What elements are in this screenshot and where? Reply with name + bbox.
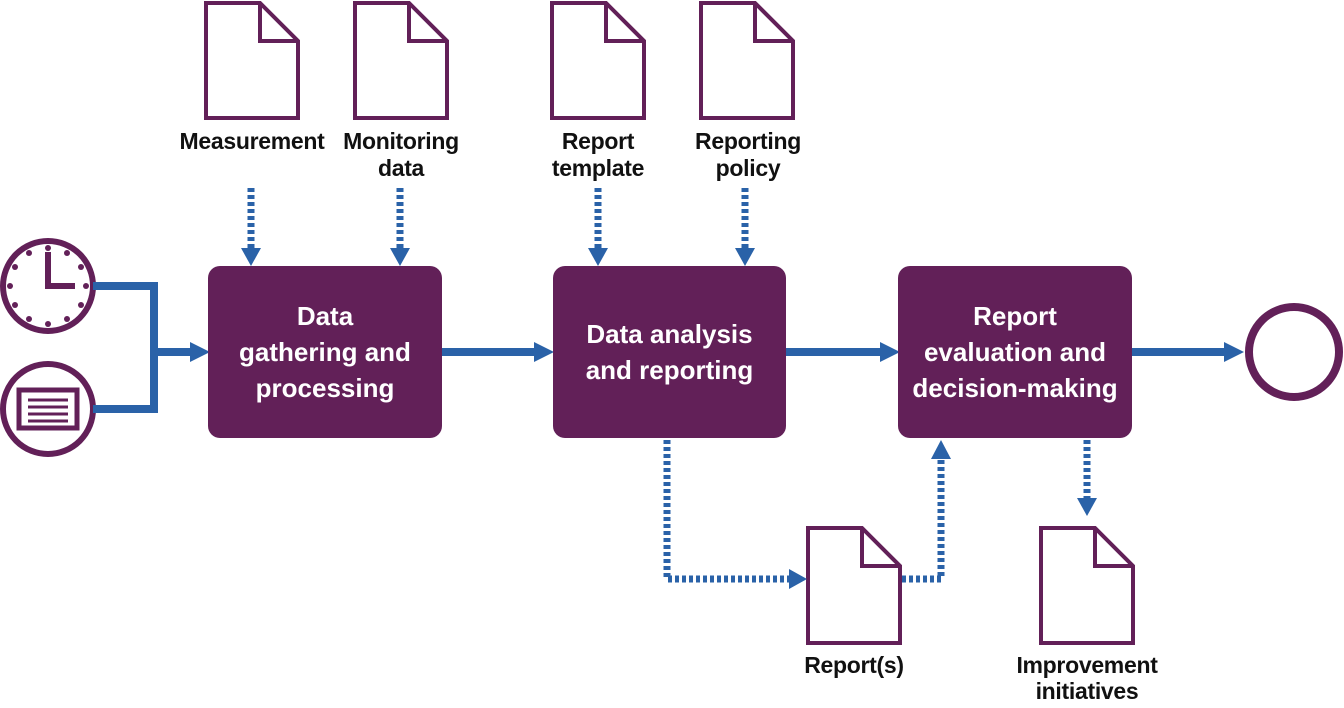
message-icon [0,361,96,457]
document-icon-reports [806,526,902,645]
label-monitoring-data: Monitoring data [343,128,459,181]
process-step-1-label: Data gathering and processing [239,301,411,403]
label-measurement: Measurement [179,128,325,154]
label-improvement-initiatives: Improvement initiatives [1016,652,1158,704]
label-reports: Report(s) [804,652,904,678]
document-icon-measurement [204,1,300,120]
flow-clock-merge [93,282,158,413]
end-event-circle [1245,303,1343,401]
clock-icon [0,238,96,334]
document-icon-report-template [550,1,646,120]
document-icon-improvement-initiatives [1039,526,1135,645]
label-reporting-policy: Reporting policy [695,128,801,181]
document-icon-reporting-policy [699,1,795,120]
document-icon-monitoring-data [353,1,449,120]
process-step-2-label: Data analysis and reporting [585,319,754,385]
label-report-template: Report template [551,128,645,181]
process-step-3-label: Report evaluation and decision-making [912,301,1118,403]
